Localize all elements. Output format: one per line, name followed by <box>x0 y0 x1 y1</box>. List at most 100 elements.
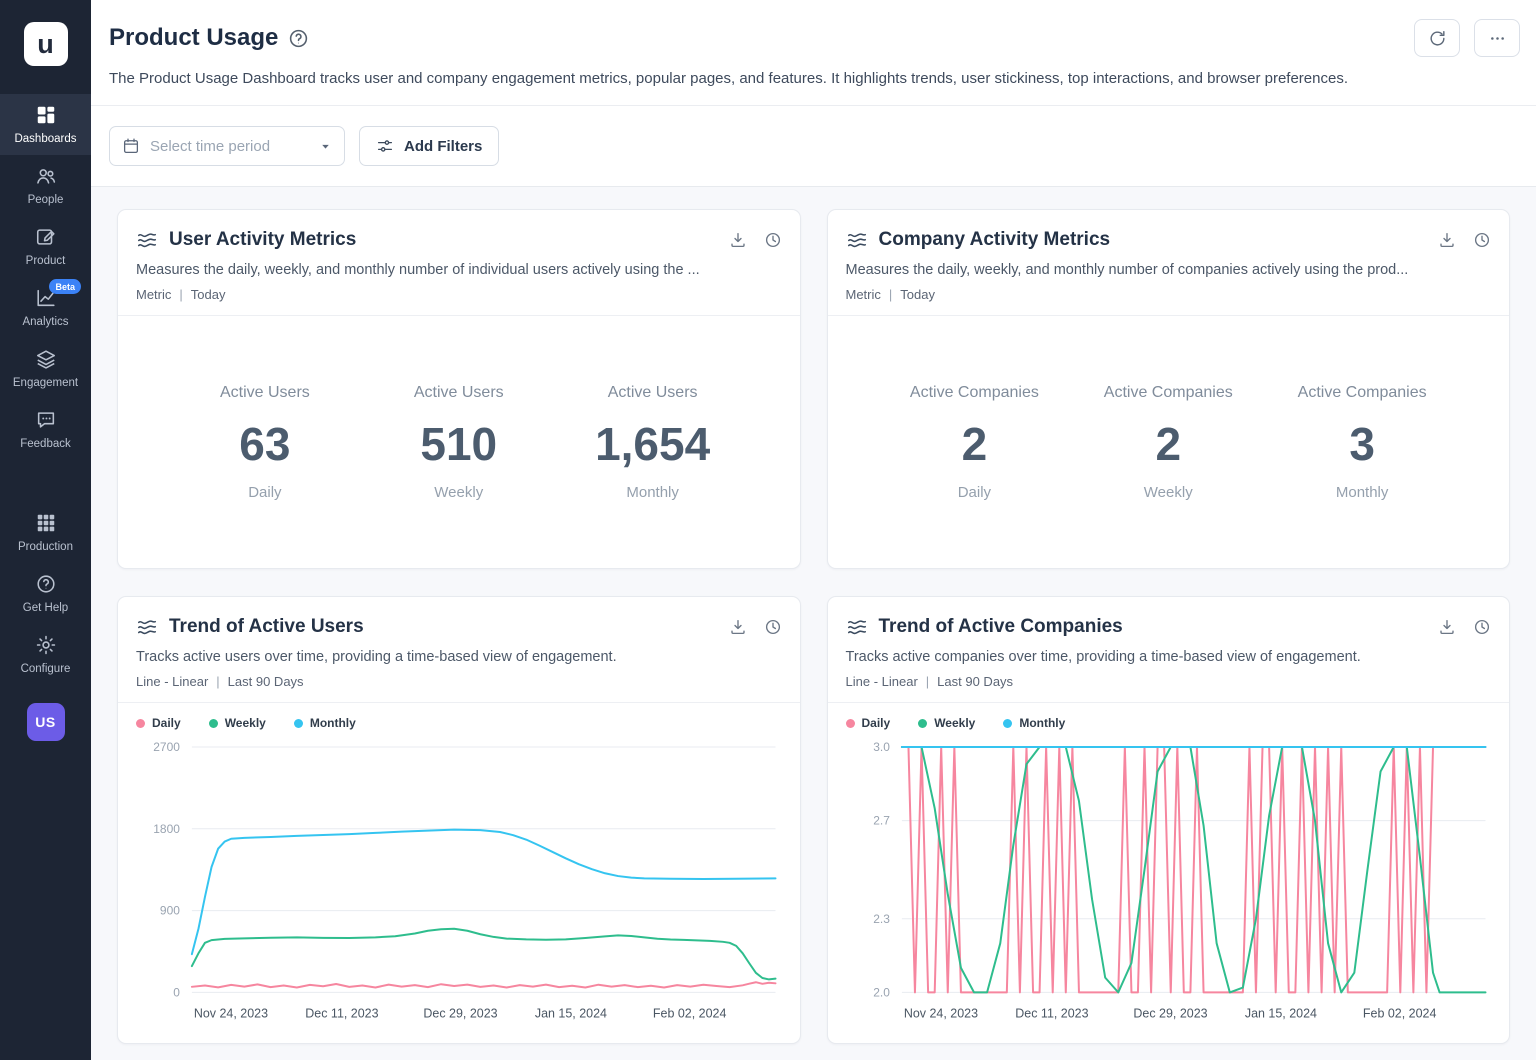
user-activity-metrics-card: User Activity Metrics Measures the daily… <box>117 209 801 569</box>
svg-text:3.0: 3.0 <box>873 740 890 754</box>
active-companies-chart: 2.02.32.73.0Nov 24, 2023Dec 11, 2023Dec … <box>844 735 1494 1026</box>
calendar-icon <box>122 137 140 155</box>
legend-dot <box>918 719 927 728</box>
metric-period: Monthly <box>1287 484 1437 501</box>
svg-text:Jan 15, 2024: Jan 15, 2024 <box>535 1006 607 1020</box>
chart-legend: Daily Weekly Monthly <box>134 703 784 735</box>
dashboards-icon <box>35 104 57 126</box>
card-description: Tracks active companies over time, provi… <box>846 649 1492 665</box>
sidebar-item-label: Analytics <box>22 316 68 328</box>
metric-label: Active Users <box>190 384 340 402</box>
download-icon[interactable] <box>729 231 747 249</box>
legend-label: Monthly <box>310 716 356 730</box>
legend-dot <box>846 719 855 728</box>
help-icon[interactable] <box>288 28 309 49</box>
active-users-chart: 090018002700Nov 24, 2023Dec 11, 2023Dec … <box>134 735 784 1026</box>
svg-text:0: 0 <box>173 985 180 999</box>
legend-item-weekly[interactable]: Weekly <box>918 716 975 730</box>
sidebar-item-get-help[interactable]: Get Help <box>0 563 91 624</box>
metric-label: Active Companies <box>1287 384 1437 402</box>
svg-text:Feb 02, 2024: Feb 02, 2024 <box>653 1006 727 1020</box>
legend-item-weekly[interactable]: Weekly <box>209 716 266 730</box>
metric-label: Active Users <box>578 384 728 402</box>
chart-lines-icon <box>846 229 868 251</box>
sidebar-item-people[interactable]: People <box>0 155 91 216</box>
svg-text:1800: 1800 <box>153 822 180 836</box>
sidebar-item-label: Feedback <box>20 438 71 450</box>
metric-period: Daily <box>190 484 340 501</box>
svg-text:Nov 24, 2023: Nov 24, 2023 <box>903 1006 977 1020</box>
time-period-placeholder: Select time period <box>150 138 270 155</box>
card-title: Trend of Active Users <box>169 616 364 638</box>
chevron-down-icon <box>319 140 332 153</box>
card-title: Company Activity Metrics <box>879 229 1111 251</box>
chart-body: DailyWeeklyMonthly 2.02.32.73.0Nov 24, 2… <box>828 703 1510 1032</box>
chart-lines-icon <box>136 229 158 251</box>
layers-icon <box>35 348 57 370</box>
avatar-initials: US <box>35 714 55 730</box>
add-filters-button[interactable]: Add Filters <box>359 126 499 166</box>
sidebar-item-label: People <box>28 194 64 206</box>
metric-value: 3 <box>1287 417 1437 471</box>
metric-label: Active Companies <box>1093 384 1243 402</box>
metrics-row: Active Companies 2 Daily Active Companie… <box>828 316 1510 568</box>
filters-icon <box>376 137 394 155</box>
download-icon[interactable] <box>1438 618 1456 636</box>
beta-badge: Beta <box>49 279 81 294</box>
sidebar-item-label: Dashboards <box>14 133 76 145</box>
more-options-button[interactable] <box>1474 19 1520 57</box>
svg-text:2.0: 2.0 <box>873 985 890 999</box>
metric-period: Weekly <box>384 484 534 501</box>
grid-icon <box>35 512 57 534</box>
svg-text:Dec 29, 2023: Dec 29, 2023 <box>1133 1006 1207 1020</box>
sidebar-item-dashboards[interactable]: Dashboards <box>0 94 91 155</box>
time-period-select[interactable]: Select time period <box>109 126 345 166</box>
metrics-row: Active Users 63 Daily Active Users 510 W… <box>118 316 800 568</box>
page-title: Product Usage <box>109 24 278 52</box>
trend-active-companies-card: Trend of Active Companies Tracks active … <box>827 596 1511 1044</box>
metric-monthly: Active Users 1,654 Monthly <box>578 384 728 501</box>
sidebar-item-product[interactable]: Product <box>0 216 91 277</box>
legend-dot <box>136 719 145 728</box>
svg-text:900: 900 <box>160 904 180 918</box>
refresh-button[interactable] <box>1414 19 1460 57</box>
card-meta: Line - Linear|Last 90 Days <box>846 674 1492 689</box>
ellipsis-icon <box>1488 29 1507 48</box>
svg-text:2700: 2700 <box>153 740 180 754</box>
clock-icon[interactable] <box>1473 618 1491 636</box>
svg-text:2.3: 2.3 <box>873 912 890 926</box>
card-meta: Line - Linear|Last 90 Days <box>136 674 782 689</box>
sidebar-item-analytics[interactable]: Beta Analytics <box>0 277 91 338</box>
legend-item-daily[interactable]: Daily <box>136 716 181 730</box>
clock-icon[interactable] <box>1473 231 1491 249</box>
sidebar-item-engagement[interactable]: Engagement <box>0 338 91 399</box>
svg-text:Feb 02, 2024: Feb 02, 2024 <box>1362 1006 1436 1020</box>
legend-item-monthly[interactable]: Monthly <box>1003 716 1065 730</box>
people-icon <box>35 165 57 187</box>
metric-label: Active Companies <box>899 384 1049 402</box>
legend-dot <box>1003 719 1012 728</box>
metric-period: Monthly <box>578 484 728 501</box>
metric-label: Active Users <box>384 384 534 402</box>
sidebar-item-label: Configure <box>21 663 71 675</box>
download-icon[interactable] <box>1438 231 1456 249</box>
legend-item-daily[interactable]: Daily <box>846 716 891 730</box>
sidebar-item-configure[interactable]: Configure <box>0 624 91 685</box>
gear-icon <box>35 634 57 656</box>
metric-monthly: Active Companies 3 Monthly <box>1287 384 1437 501</box>
sidebar-item-feedback[interactable]: Feedback <box>0 399 91 460</box>
clock-icon[interactable] <box>764 231 782 249</box>
legend-item-monthly[interactable]: Monthly <box>294 716 356 730</box>
app-logo[interactable]: u <box>24 22 68 66</box>
metric-value: 1,654 <box>578 417 728 471</box>
app-logo-letter: u <box>37 29 54 60</box>
metric-value: 2 <box>899 417 1049 471</box>
clock-icon[interactable] <box>764 618 782 636</box>
sidebar-item-production[interactable]: Production <box>0 502 91 563</box>
filter-bar: Select time period Add Filters <box>91 106 1536 187</box>
download-icon[interactable] <box>729 618 747 636</box>
user-avatar[interactable]: US <box>27 703 65 741</box>
legend-dot <box>209 719 218 728</box>
chart-body: DailyWeeklyMonthly 090018002700Nov 24, 2… <box>118 703 800 1032</box>
legend-label: Weekly <box>934 716 975 730</box>
